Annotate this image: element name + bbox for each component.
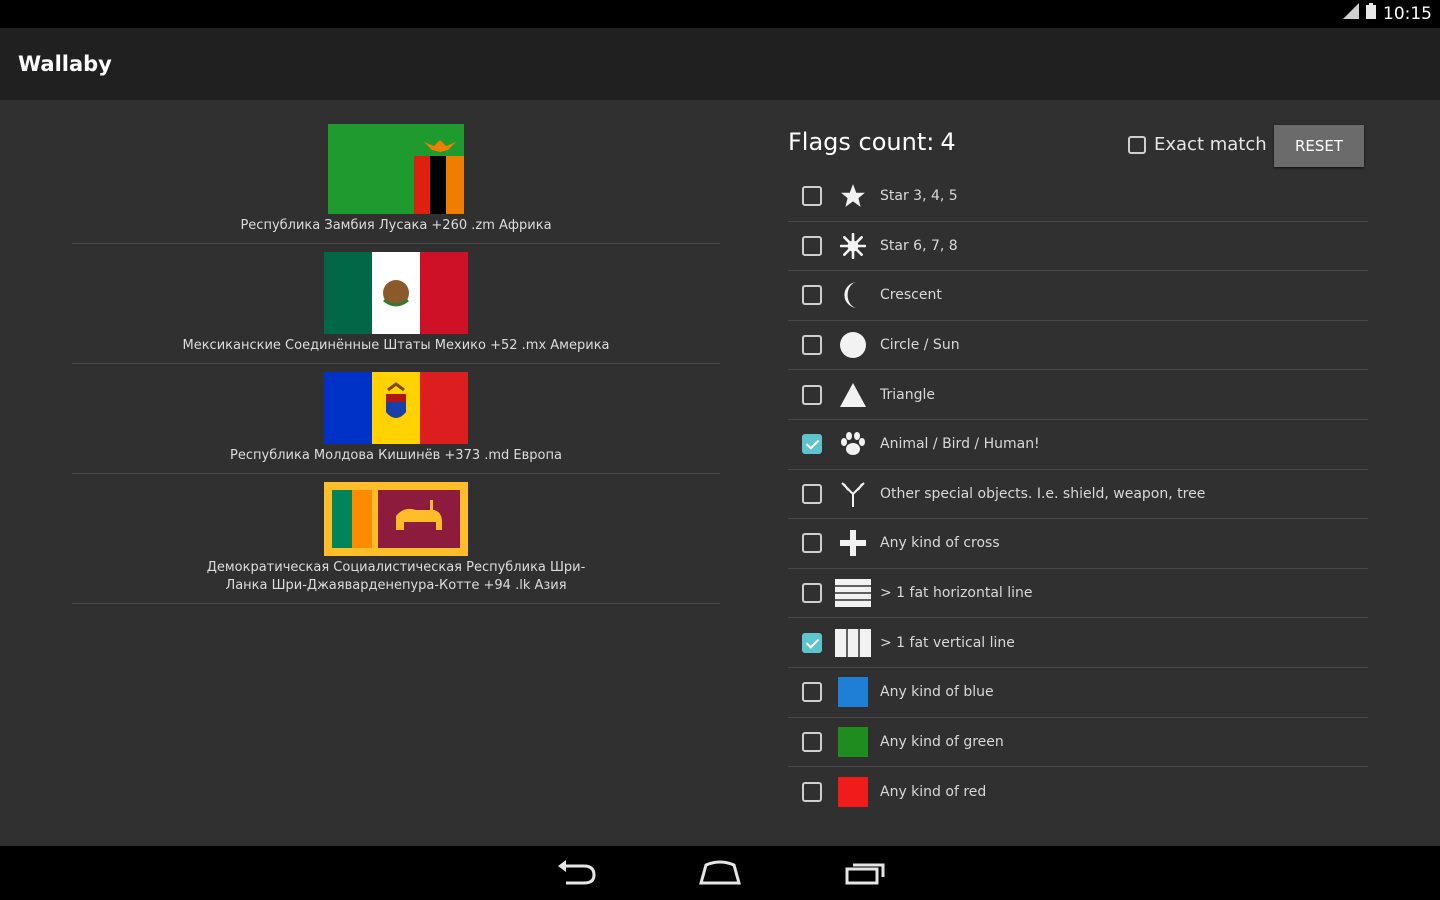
reset-button[interactable]: RESET xyxy=(1274,125,1364,167)
moldova-flag xyxy=(324,372,468,444)
star-icon xyxy=(834,179,872,213)
back-icon xyxy=(558,860,596,885)
filter-row-blue[interactable]: Any kind of blue xyxy=(788,668,1368,718)
filter-checkbox[interactable] xyxy=(802,186,822,207)
filter-label: > 1 fat horizontal line xyxy=(880,585,1033,602)
filter-label: Animal / Bird / Human! xyxy=(880,436,1040,453)
filter-label: Triangle xyxy=(880,386,935,403)
country-label: Республика Замбия Лусака +260 .zm Африка xyxy=(240,218,552,233)
blue-swatch-icon xyxy=(834,675,872,709)
filter-checkbox[interactable] xyxy=(802,682,822,703)
filter-checkbox[interactable] xyxy=(802,731,822,752)
filter-header: Flags count: 4 Exact match RESET xyxy=(788,124,1368,170)
filter-row-triangle[interactable]: Triangle xyxy=(788,370,1368,420)
filter-label: Star 6, 7, 8 xyxy=(880,237,958,254)
filter-row-green[interactable]: Any kind of green xyxy=(788,718,1368,768)
country-item-zambia[interactable]: Республика Замбия Лусака +260 .zm Африка xyxy=(72,124,720,244)
country-label: Демократическая Социалистическая Республ… xyxy=(206,560,586,593)
country-item-mexico[interactable]: Мексиканские Соединённые Штаты Мехико +5… xyxy=(72,252,720,364)
filter-checkbox[interactable] xyxy=(802,533,822,554)
filter-checkbox[interactable] xyxy=(802,384,822,405)
filter-row-horizontal-lines[interactable]: > 1 fat horizontal line xyxy=(788,569,1368,619)
paw-icon xyxy=(834,427,872,461)
filter-checkbox[interactable] xyxy=(802,235,822,256)
filter-label: Any kind of red xyxy=(880,783,987,800)
filter-label: Circle / Sun xyxy=(880,337,960,354)
recents-icon xyxy=(845,863,885,885)
green-swatch-icon xyxy=(834,725,872,759)
filter-label: Any kind of cross xyxy=(880,535,1000,552)
filter-row-cross[interactable]: Any kind of cross xyxy=(788,519,1368,569)
exact-match-toggle[interactable]: Exact match xyxy=(1128,134,1267,155)
filter-label: Other special objects. I.e. shield, weap… xyxy=(880,485,1206,502)
filter-checkbox[interactable] xyxy=(802,434,822,455)
action-bar: Wallaby xyxy=(0,28,1440,100)
filter-row-animal[interactable]: Animal / Bird / Human! xyxy=(788,420,1368,470)
filter-row-vertical-lines[interactable]: > 1 fat vertical line xyxy=(788,618,1368,668)
filter-label: Any kind of blue xyxy=(880,684,994,701)
filter-checkbox[interactable] xyxy=(802,285,822,306)
flags-count-value: 4 xyxy=(940,128,956,156)
filter-checkbox[interactable] xyxy=(802,335,822,356)
filter-label: Star 3, 4, 5 xyxy=(880,188,958,205)
status-time: 10:15 xyxy=(1383,3,1432,24)
exact-match-checkbox[interactable] xyxy=(1128,135,1146,154)
recents-button[interactable] xyxy=(841,856,889,890)
status-indicators: 10:15 xyxy=(1343,3,1432,24)
filter-row-crescent[interactable]: Crescent xyxy=(788,271,1368,321)
filter-label: Crescent xyxy=(880,287,942,304)
filter-checkbox[interactable] xyxy=(802,483,822,504)
zambia-flag xyxy=(328,124,464,214)
sri-lanka-flag xyxy=(324,482,468,556)
home-button[interactable] xyxy=(696,856,744,890)
horizontal-lines-icon xyxy=(834,576,872,610)
app-title: Wallaby xyxy=(18,52,112,76)
mexico-flag xyxy=(324,252,468,334)
country-label: Мексиканские Соединённые Штаты Мехико +5… xyxy=(182,338,610,353)
filter-row-star-6-8[interactable]: Star 6, 7, 8 xyxy=(788,222,1368,272)
triangle-icon xyxy=(834,378,872,412)
multi-star-icon xyxy=(834,229,872,263)
cross-icon xyxy=(834,526,872,560)
flags-count: Flags count: 4 xyxy=(788,128,956,156)
filter-label: Any kind of green xyxy=(880,733,1004,750)
country-item-moldova[interactable]: Республика Молдова Кишинёв +373 .md Евро… xyxy=(72,372,720,474)
special-object-icon xyxy=(834,477,872,511)
filter-checkbox[interactable] xyxy=(802,583,822,604)
home-icon xyxy=(699,860,741,885)
flags-count-label: Flags count: xyxy=(788,128,935,156)
red-swatch-icon xyxy=(834,775,872,809)
filter-row-circle-sun[interactable]: Circle / Sun xyxy=(788,321,1368,371)
exact-match-label: Exact match xyxy=(1154,134,1267,155)
status-bar: 10:15 xyxy=(0,0,1440,28)
back-button[interactable] xyxy=(552,856,600,890)
battery-icon xyxy=(1365,3,1377,24)
filter-row-red[interactable]: Any kind of red xyxy=(788,767,1368,817)
circle-icon xyxy=(834,328,872,362)
vertical-lines-icon xyxy=(834,626,872,660)
country-item-sri-lanka[interactable]: Демократическая Социалистическая Республ… xyxy=(72,482,720,604)
filter-checkbox[interactable] xyxy=(802,632,822,653)
country-label: Республика Молдова Кишинёв +373 .md Евро… xyxy=(230,448,562,463)
filter-checkbox[interactable] xyxy=(802,781,822,802)
filter-panel: Flags count: 4 Exact match RESET Star 3, … xyxy=(788,124,1368,807)
main-content: Республика Замбия Лусака +260 .zm Африка… xyxy=(0,100,1440,846)
crescent-icon xyxy=(834,278,872,312)
country-list: Республика Замбия Лусака +260 .zm Африка… xyxy=(72,124,720,612)
filter-row-special-objects[interactable]: Other special objects. I.e. shield, weap… xyxy=(788,470,1368,520)
filter-label: > 1 fat vertical line xyxy=(880,634,1015,651)
navigation-bar xyxy=(0,846,1440,900)
signal-icon xyxy=(1343,3,1359,24)
filter-row-star-3-5[interactable]: Star 3, 4, 5 xyxy=(788,172,1368,222)
filter-list: Star 3, 4, 5 Star 6, 7, 8 Crescent Circl… xyxy=(788,172,1368,817)
